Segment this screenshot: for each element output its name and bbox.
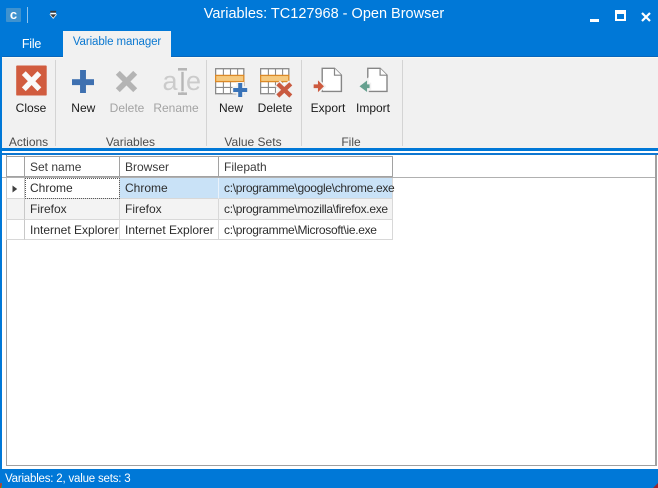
svg-text:e: e xyxy=(186,66,201,96)
svg-text:a: a xyxy=(163,66,179,96)
